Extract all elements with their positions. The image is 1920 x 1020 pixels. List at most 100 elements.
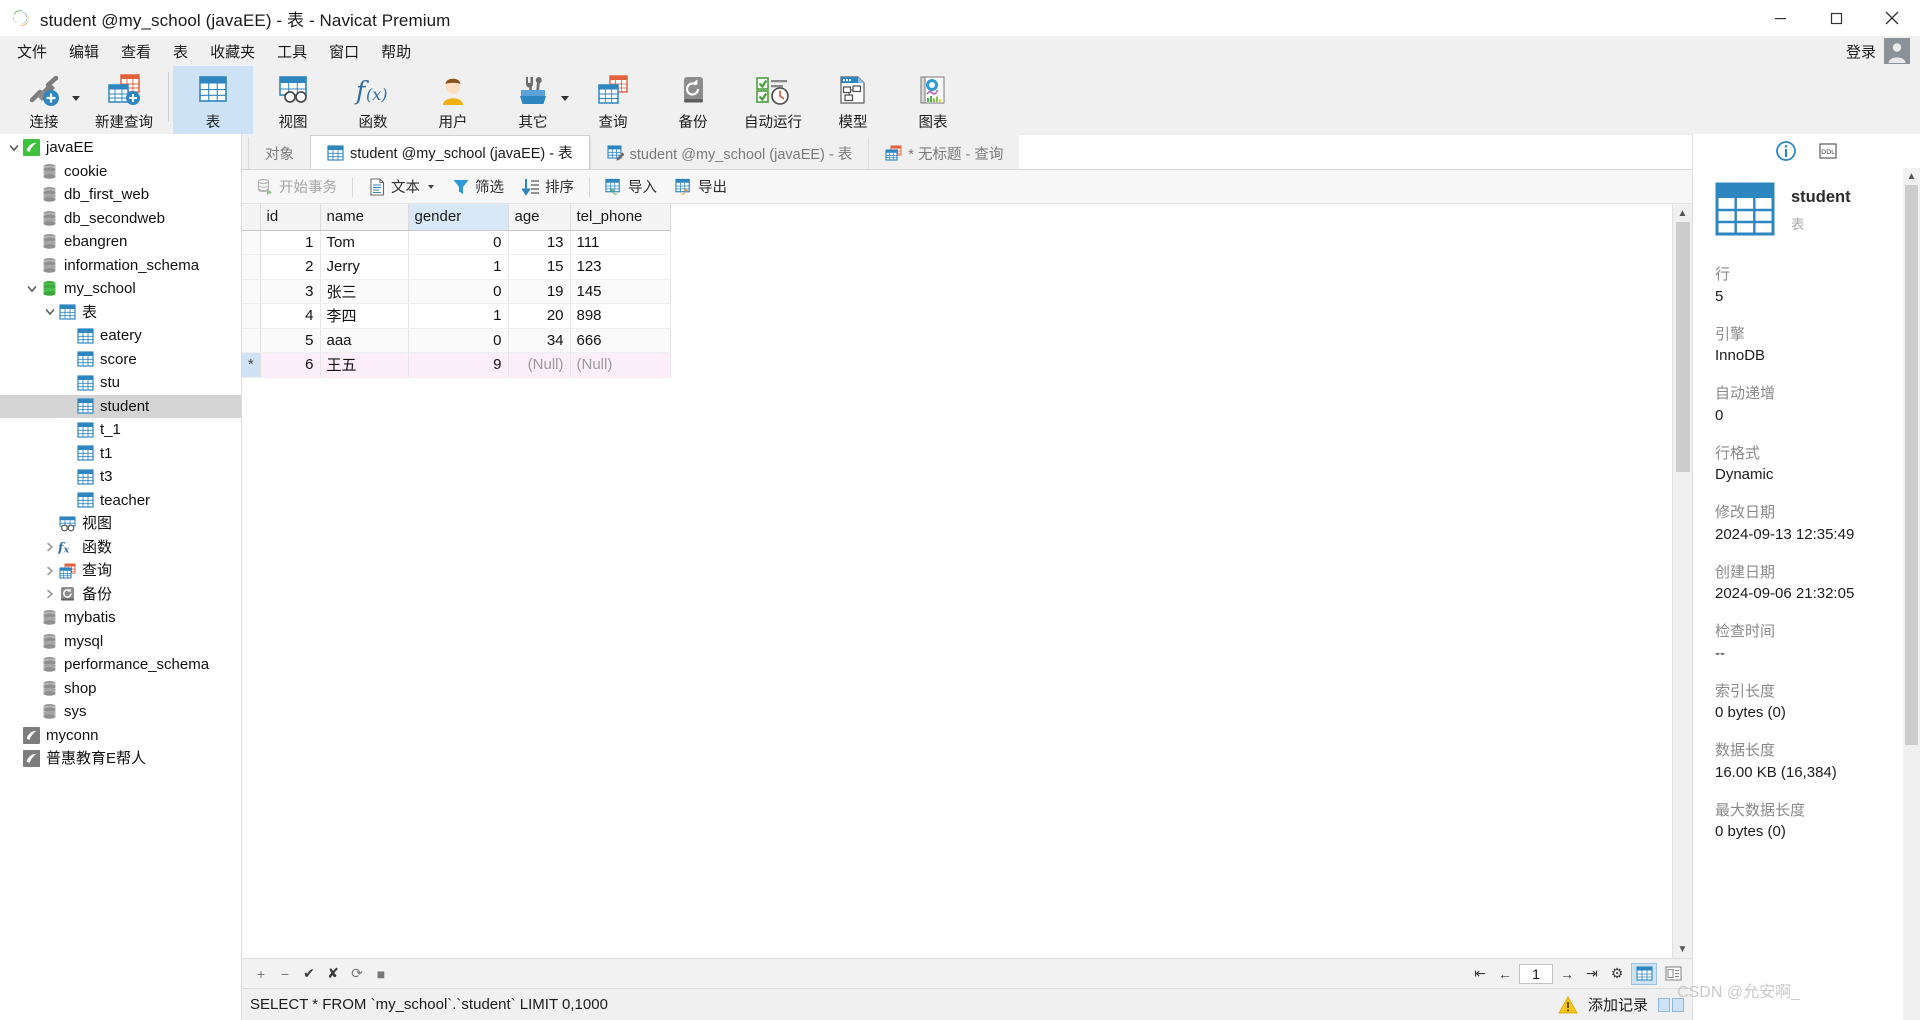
tree-item-[interactable]: f x 函数	[0, 536, 241, 560]
tree-item-t1[interactable]: t1	[0, 442, 241, 466]
scrollbar-thumb[interactable]	[1676, 222, 1690, 472]
tree-item-my_school[interactable]: my_school	[0, 277, 241, 301]
tree-item-t3[interactable]: t3	[0, 465, 241, 489]
toolbar-new-query[interactable]: 新建查询	[84, 66, 164, 134]
tree-item-eatery[interactable]: eatery	[0, 324, 241, 348]
toolbar-backup[interactable]: 备份	[653, 66, 733, 134]
tree-item-mybatis[interactable]: mybatis	[0, 606, 241, 630]
maximize-button[interactable]	[1808, 0, 1864, 36]
grid-cell[interactable]: 王五	[320, 352, 409, 378]
grid-cell[interactable]: 3	[260, 279, 321, 304]
row-marker[interactable]	[242, 230, 261, 255]
tree-item-score[interactable]: score	[0, 348, 241, 372]
row-marker[interactable]	[242, 279, 261, 304]
tree-item-[interactable]: 备份	[0, 583, 241, 607]
info-tab[interactable]	[1774, 139, 1798, 163]
menu-help[interactable]: 帮助	[370, 38, 422, 65]
grid-vertical-scrollbar[interactable]: ▲ ▼	[1672, 204, 1693, 958]
grid-cell[interactable]: 9	[408, 352, 509, 378]
tree-item-t_1[interactable]: t_1	[0, 418, 241, 442]
tree-item-db_first_web[interactable]: db_first_web	[0, 183, 241, 207]
grid-cell[interactable]: (Null)	[570, 352, 671, 378]
tree-item-performance_schema[interactable]: performance_schema	[0, 653, 241, 677]
grid-cell[interactable]: 0	[408, 279, 509, 304]
grid-cell[interactable]: 2	[260, 254, 321, 280]
menu-file[interactable]: 文件	[6, 38, 58, 65]
row-marker[interactable]	[242, 328, 261, 353]
grid-cell[interactable]: 0	[408, 230, 509, 255]
info-panel-scrollbar[interactable]: ▲	[1903, 168, 1920, 1020]
ddl-tab[interactable]: DDL	[1816, 139, 1840, 163]
chevron-right-icon[interactable]	[42, 566, 58, 576]
scrollbar-thumb[interactable]	[1905, 185, 1918, 745]
toolbar-other[interactable]: 其它	[493, 66, 573, 134]
grid-cell[interactable]: 145	[570, 279, 671, 304]
table-row[interactable]: 4 李四 1 20 898	[242, 303, 671, 329]
chevron-down-icon[interactable]	[24, 284, 40, 294]
grid-cell[interactable]: 0	[408, 328, 509, 353]
grid-cell[interactable]: Tom	[320, 230, 409, 255]
close-button[interactable]	[1864, 0, 1920, 36]
tree-item-[interactable]: 查询	[0, 559, 241, 583]
grid-cell[interactable]: 6	[260, 352, 321, 378]
toolbar-model[interactable]: 模型	[813, 66, 893, 134]
grid-cell[interactable]: 1	[408, 303, 509, 329]
tree-item-[interactable]: 视图	[0, 512, 241, 536]
add-record-button[interactable]: +	[250, 963, 272, 985]
tree-item-shop[interactable]: shop	[0, 677, 241, 701]
menu-favorites[interactable]: 收藏夹	[199, 38, 266, 65]
data-grid-area[interactable]: id name gender age tel_phone 1 Tom 0 13 111 2 Jerry…	[242, 204, 1672, 958]
sort-button[interactable]: 排序	[514, 173, 582, 200]
table-row[interactable]: 1 Tom 0 13 111	[242, 230, 671, 255]
tree-item-db_secondweb[interactable]: db_secondweb	[0, 207, 241, 231]
last-page-button[interactable]: ⇥	[1581, 963, 1603, 985]
toolbar-query[interactable]: 查询	[573, 66, 653, 134]
tab-3[interactable]: * 无标题 - 查询	[868, 137, 1020, 169]
toolbar-table[interactable]: 表	[173, 66, 253, 134]
grid-cell[interactable]: 4	[260, 303, 321, 329]
chevron-down-icon[interactable]	[561, 96, 569, 101]
refresh-button[interactable]: ⟳	[346, 963, 368, 985]
scroll-up-arrow[interactable]: ▲	[1672, 204, 1693, 222]
form-view-toggle[interactable]	[1660, 963, 1686, 985]
grid-cell[interactable]: 19	[508, 279, 571, 304]
avatar-icon[interactable]	[1884, 38, 1910, 64]
menu-table[interactable]: 表	[162, 38, 199, 65]
column-header-id[interactable]: id	[260, 204, 321, 231]
grid-view-toggle[interactable]	[1631, 962, 1657, 985]
grid-cell[interactable]: 13	[508, 230, 571, 255]
table-row[interactable]: 3 张三 0 19 145	[242, 279, 671, 304]
chevron-down-icon[interactable]	[42, 307, 58, 317]
toolbar-view[interactable]: 视图	[253, 66, 333, 134]
tree-item-information_schema[interactable]: information_schema	[0, 254, 241, 278]
column-header-age[interactable]: age	[508, 204, 571, 231]
data-grid[interactable]: id name gender age tel_phone 1 Tom 0 13 111 2 Jerry…	[242, 204, 671, 378]
export-button[interactable]: 导出	[667, 173, 735, 200]
menu-window[interactable]: 窗口	[318, 38, 370, 65]
table-row[interactable]: * 6 王五 9 (Null) (Null)	[242, 352, 671, 378]
text-button[interactable]: 文本	[360, 173, 442, 200]
grid-cell[interactable]: 15	[508, 254, 571, 280]
first-page-button[interactable]: ⇤	[1469, 963, 1491, 985]
tree-item-sys[interactable]: sys	[0, 700, 241, 724]
tab-0[interactable]: 对象	[248, 137, 310, 169]
menu-tools[interactable]: 工具	[266, 38, 318, 65]
toolbar-chart[interactable]: 图表	[893, 66, 973, 134]
table-row[interactable]: 5 aaa 0 34 666	[242, 328, 671, 353]
start-transaction-button[interactable]: 开始事务	[248, 173, 345, 200]
grid-cell[interactable]: aaa	[320, 328, 409, 353]
chevron-down-icon[interactable]	[72, 96, 80, 101]
tree-item-[interactable]: 表	[0, 301, 241, 325]
tree-item-stu[interactable]: stu	[0, 371, 241, 395]
delete-record-button[interactable]: −	[274, 963, 296, 985]
toolbar-connection[interactable]: 连接	[4, 66, 84, 134]
tree-item-mysql[interactable]: mysql	[0, 630, 241, 654]
chevron-right-icon[interactable]	[42, 589, 58, 599]
row-marker[interactable]	[242, 254, 261, 280]
grid-cell[interactable]: 1	[260, 230, 321, 255]
minimize-button[interactable]	[1752, 0, 1808, 36]
filter-button[interactable]: 筛选	[444, 173, 512, 200]
row-marker[interactable]	[242, 303, 261, 329]
table-row[interactable]: 2 Jerry 1 15 123	[242, 254, 671, 280]
grid-cell[interactable]: 张三	[320, 279, 409, 304]
